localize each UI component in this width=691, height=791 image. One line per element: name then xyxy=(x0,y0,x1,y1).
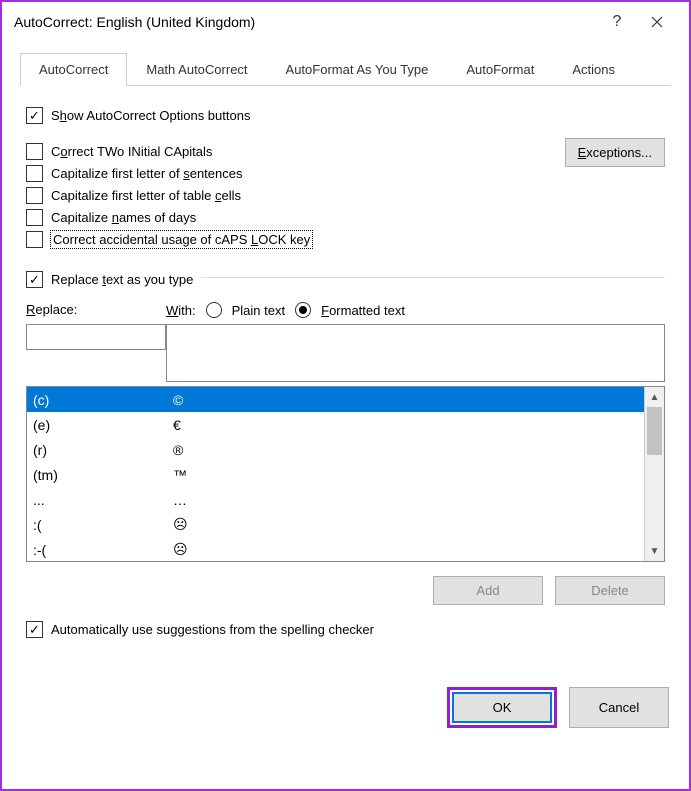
list-cell-to: © xyxy=(173,392,638,408)
close-button[interactable] xyxy=(637,6,677,38)
checkbox-caps-lock[interactable] xyxy=(26,231,43,248)
list-row[interactable]: (r)® xyxy=(27,437,644,462)
list-cell-from: :-( xyxy=(33,542,173,558)
add-button[interactable]: Add xyxy=(433,576,543,605)
tab-autoformat[interactable]: AutoFormat xyxy=(447,53,553,86)
list-cell-to: € xyxy=(173,417,638,433)
checkbox-replace-as-type[interactable] xyxy=(26,271,43,288)
tab-math-autocorrect[interactable]: Math AutoCorrect xyxy=(127,53,266,86)
label-auto-spell: Automatically use suggestions from the s… xyxy=(51,622,374,637)
scrollbar[interactable]: ▲ ▼ xyxy=(644,387,664,561)
label-formatted-text: Formatted text xyxy=(321,303,405,318)
tab-actions[interactable]: Actions xyxy=(553,53,634,86)
list-row[interactable]: ...… xyxy=(27,487,644,512)
list-cell-from: (r) xyxy=(33,442,173,458)
checkbox-auto-spell[interactable] xyxy=(26,621,43,638)
label-capitalize-sentences: Capitalize first letter of sentences xyxy=(51,166,242,181)
list-row[interactable]: (tm)™ xyxy=(27,462,644,487)
tab-autoformat-as-you-type[interactable]: AutoFormat As You Type xyxy=(267,53,448,86)
label-with: With: xyxy=(166,303,196,318)
list-row[interactable]: :(☹ xyxy=(27,512,644,537)
list-cell-from: (tm) xyxy=(33,467,173,483)
replacements-list[interactable]: (c)©(e)€(r)®(tm)™...…:(☹:-(☹ ▲ ▼ xyxy=(26,386,665,562)
replace-input[interactable] xyxy=(26,324,166,350)
label-replace-as-type: Replace text as you type xyxy=(51,272,193,287)
checkbox-capitalize-table-cells[interactable] xyxy=(26,187,43,204)
label-show-options: Show AutoCorrect Options buttons xyxy=(51,108,250,123)
list-row[interactable]: (e)€ xyxy=(27,412,644,437)
scroll-down-button[interactable]: ▼ xyxy=(645,541,664,561)
label-capitalize-table-cells: Capitalize first letter of table cells xyxy=(51,188,241,203)
scroll-thumb[interactable] xyxy=(647,407,662,455)
list-cell-from: ... xyxy=(33,492,173,508)
list-row[interactable]: (c)© xyxy=(27,387,644,412)
label-caps-lock: Correct accidental usage of cAPS LOCK ke… xyxy=(51,231,312,248)
delete-button[interactable]: Delete xyxy=(555,576,665,605)
list-row[interactable]: :-(☹ xyxy=(27,537,644,561)
tab-bar: AutoCorrect Math AutoCorrect AutoFormat … xyxy=(20,52,671,86)
checkbox-two-initial-caps[interactable] xyxy=(26,143,43,160)
exceptions-button[interactable]: Exceptions... xyxy=(565,138,665,167)
label-replace: Replace: xyxy=(26,302,166,318)
list-cell-from: :( xyxy=(33,517,173,533)
label-two-initial-caps: Correct TWo INitial CApitals xyxy=(51,144,212,159)
dialog-title: AutoCorrect: English (United Kingdom) xyxy=(14,14,597,30)
close-icon xyxy=(651,16,663,28)
tab-autocorrect[interactable]: AutoCorrect xyxy=(20,53,127,86)
label-plain-text: Plain text xyxy=(232,303,285,318)
ok-button[interactable]: OK xyxy=(452,692,552,723)
list-cell-to: ™ xyxy=(173,467,638,483)
list-cell-to: ☹ xyxy=(173,541,638,558)
list-cell-to: … xyxy=(173,492,638,508)
cancel-button[interactable]: Cancel xyxy=(569,687,669,728)
radio-formatted-text[interactable] xyxy=(295,302,311,318)
checkbox-show-options[interactable] xyxy=(26,107,43,124)
with-input[interactable] xyxy=(166,324,665,382)
label-capitalize-days: Capitalize names of days xyxy=(51,210,196,225)
list-cell-from: (e) xyxy=(33,417,173,433)
checkbox-capitalize-sentences[interactable] xyxy=(26,165,43,182)
list-cell-to: ® xyxy=(173,442,638,458)
checkbox-capitalize-days[interactable] xyxy=(26,209,43,226)
list-cell-to: ☹ xyxy=(173,516,638,533)
list-cell-from: (c) xyxy=(33,392,173,408)
scroll-up-button[interactable]: ▲ xyxy=(645,387,664,407)
radio-plain-text[interactable] xyxy=(206,302,222,318)
help-button[interactable]: ? xyxy=(597,6,637,38)
